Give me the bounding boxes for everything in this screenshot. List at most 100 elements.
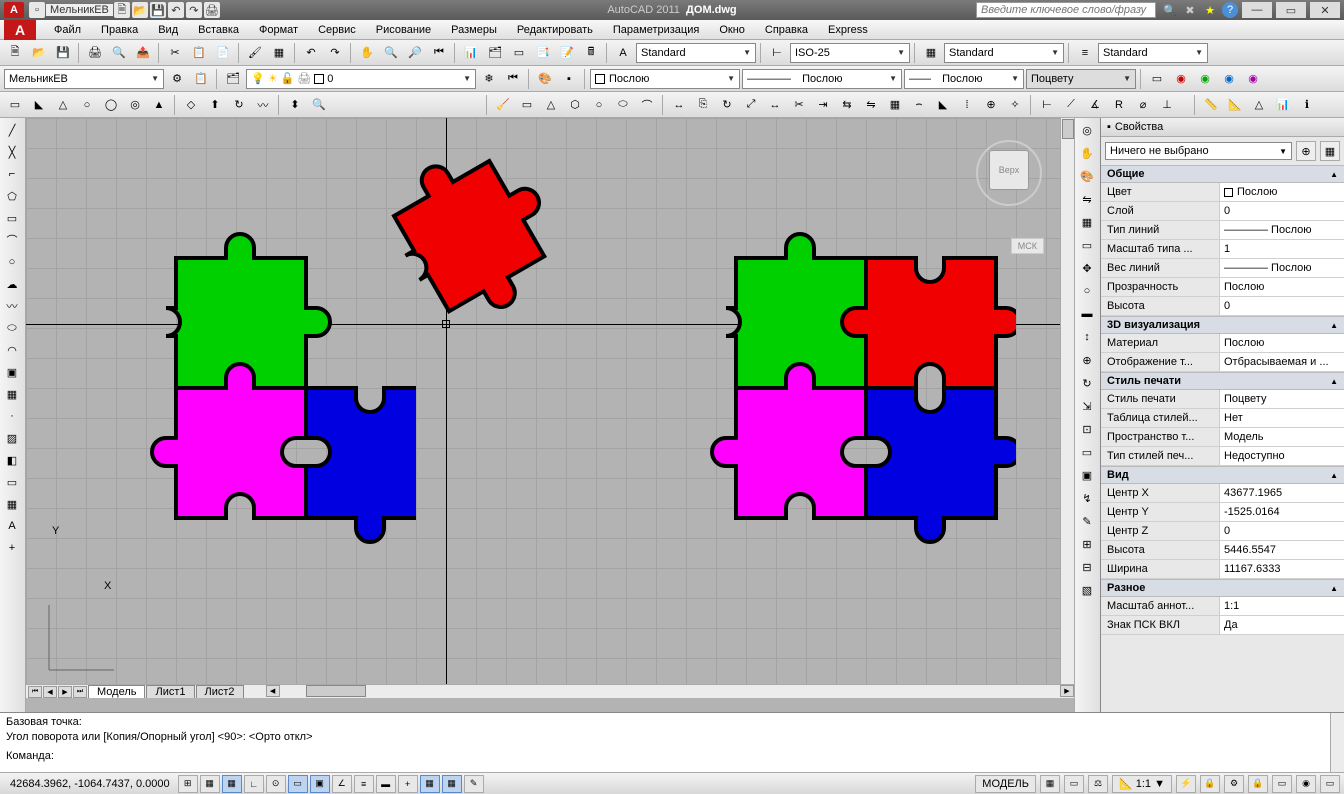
other8-button[interactable]: ↯	[1077, 488, 1097, 508]
cut-button[interactable]: ✂	[164, 42, 186, 64]
ann-auto-icon[interactable]: 🔒	[1200, 775, 1220, 793]
drawing-area[interactable]: Верх МСК YX ⏮ ◀ ▶ ⏭ Модель Лист1 Лист2 ◀…	[26, 118, 1074, 712]
model-space-button[interactable]: МОДЕЛЬ	[975, 775, 1036, 793]
favorite-icon[interactable]: ★	[1202, 2, 1218, 18]
layer-combo[interactable]: 💡☀🔓🖨 0 ▼	[246, 69, 476, 89]
offset-button[interactable]: ⇆	[836, 94, 858, 116]
tab-layout2[interactable]: Лист2	[196, 685, 244, 698]
toolbar-lock-icon[interactable]: 🔒	[1248, 775, 1268, 793]
doc-icon[interactable]: ▫	[29, 2, 45, 18]
chamfer-button[interactable]: ◣	[932, 94, 954, 116]
paste-button[interactable]: 📄	[212, 42, 234, 64]
rotate-button[interactable]: ↻	[716, 94, 738, 116]
help-search-input[interactable]	[976, 2, 1156, 18]
layer-mgr-button[interactable]: 🗂	[222, 68, 244, 90]
ellipse-button[interactable]: ⬭	[2, 318, 22, 338]
cone-button[interactable]: △	[52, 94, 74, 116]
color-icon[interactable]: 🎨	[1077, 166, 1097, 186]
save-button[interactable]: 💾	[52, 42, 74, 64]
loft-button[interactable]: ⬍	[284, 94, 306, 116]
ucs-label[interactable]: МСК	[1011, 238, 1044, 254]
revcloud-button[interactable]: ☁	[2, 274, 22, 294]
menu-file[interactable]: Файл	[44, 22, 91, 38]
qp-toggle[interactable]: +	[398, 775, 418, 793]
linear-dim-button[interactable]: ⊢	[1036, 94, 1058, 116]
array-button[interactable]: ▦	[884, 94, 906, 116]
inquire2-button[interactable]: 📐	[1224, 94, 1246, 116]
extrude2-button[interactable]: ↕	[1077, 327, 1097, 347]
other6-button[interactable]: ▭	[1077, 442, 1097, 462]
layer-cur-button[interactable]: ▪	[558, 68, 580, 90]
menu-express[interactable]: Express	[818, 22, 878, 38]
tab-layout1[interactable]: Лист1	[146, 685, 194, 698]
publish-button[interactable]: 📤	[132, 42, 154, 64]
circ-button[interactable]: ○	[588, 94, 610, 116]
sweep-button[interactable]: 〰	[252, 94, 274, 116]
pyramid-button[interactable]: ▲	[148, 94, 170, 116]
ref2-button[interactable]: ◉	[1194, 68, 1216, 90]
command-line[interactable]: Базовая точка: Угол поворота или [Копия/…	[0, 712, 1344, 772]
break-button[interactable]: ⁞	[956, 94, 978, 116]
markup-button[interactable]: 📝	[556, 42, 578, 64]
qcalc-button[interactable]: 🖩	[580, 42, 602, 64]
qat-new-icon[interactable]: 🗎	[114, 2, 130, 18]
zoomprev-button[interactable]: ⏮	[428, 42, 450, 64]
ann-vis-icon[interactable]: ⚡	[1176, 775, 1196, 793]
ssm-button[interactable]: 📑	[532, 42, 554, 64]
tab-prev[interactable]: ◀	[43, 686, 57, 698]
ref1-button[interactable]: ◉	[1170, 68, 1192, 90]
layer-states-button[interactable]: 📋	[190, 68, 212, 90]
quickselect-button[interactable]: ⊕	[1296, 141, 1316, 161]
layer-prev-button[interactable]: ⏮	[502, 68, 524, 90]
extrude-button[interactable]: ⬆	[204, 94, 226, 116]
color-combo[interactable]: Послою▼	[590, 69, 740, 89]
ortho-toggle[interactable]: ▦	[222, 775, 242, 793]
minimize-icon[interactable]: —	[1242, 2, 1272, 18]
layer2-button[interactable]: ▬	[1077, 304, 1097, 324]
anno-scale[interactable]: 📐 1:1 ▼	[1112, 775, 1172, 793]
section-view[interactable]: Вид▲	[1101, 466, 1344, 484]
other1-button[interactable]: ▭	[1077, 235, 1097, 255]
point-button[interactable]: ·	[2, 406, 22, 426]
qat-undo-icon[interactable]: ↶	[168, 2, 184, 18]
menu-modify[interactable]: Редактировать	[507, 22, 603, 38]
section-general[interactable]: Общие▲	[1101, 165, 1344, 183]
menu-format[interactable]: Формат	[249, 22, 308, 38]
tab-model[interactable]: Модель	[88, 685, 145, 698]
radius-dim-button[interactable]: R	[1108, 94, 1130, 116]
dimstyle-combo[interactable]: ISO-25▼	[790, 43, 910, 63]
pickobjects-button[interactable]: ▦	[1320, 141, 1340, 161]
polygon-button[interactable]: ⬠	[2, 186, 22, 206]
tri-button[interactable]: △	[540, 94, 562, 116]
tab-first[interactable]: ⏮	[28, 686, 42, 698]
explode-button[interactable]: ✧	[1004, 94, 1026, 116]
qat-redo-icon[interactable]: ↷	[186, 2, 202, 18]
grid-icon[interactable]: ▦	[1077, 212, 1097, 232]
ord-dim-button[interactable]: ⊥	[1156, 94, 1178, 116]
inquire5-button[interactable]: ℹ	[1296, 94, 1318, 116]
polysolid-button[interactable]: ◇	[180, 94, 202, 116]
addsel-button[interactable]: +	[2, 538, 22, 558]
stretch-button[interactable]: ↔	[764, 94, 786, 116]
other12-button[interactable]: ▧	[1077, 580, 1097, 600]
menu-parametric[interactable]: Параметризация	[603, 22, 709, 38]
exchange-icon[interactable]: ✖	[1182, 2, 1198, 18]
textstyle-combo[interactable]: Standard▼	[636, 43, 756, 63]
section-misc[interactable]: Разное▲	[1101, 579, 1344, 597]
tab-next[interactable]: ▶	[58, 686, 72, 698]
textstyle-icon[interactable]: A	[612, 42, 634, 64]
pline-button[interactable]: ⌐	[2, 164, 22, 184]
mtext-button[interactable]: A	[2, 516, 22, 536]
tab-last[interactable]: ⏭	[73, 686, 87, 698]
gradient-button[interactable]: ◧	[2, 450, 22, 470]
inquire1-button[interactable]: 📏	[1200, 94, 1222, 116]
ann-toggle[interactable]: ✎	[464, 775, 484, 793]
vertical-scrollbar[interactable]	[1060, 118, 1074, 684]
viewcube[interactable]: Верх	[974, 138, 1044, 228]
menu-window[interactable]: Окно	[709, 22, 755, 38]
menu-edit[interactable]: Правка	[91, 22, 148, 38]
close-icon[interactable]: ✕	[1310, 2, 1340, 18]
tablestyle-icon[interactable]: ▦	[920, 42, 942, 64]
new-button[interactable]: 🗎	[4, 42, 26, 64]
sphere-button[interactable]: ○	[76, 94, 98, 116]
